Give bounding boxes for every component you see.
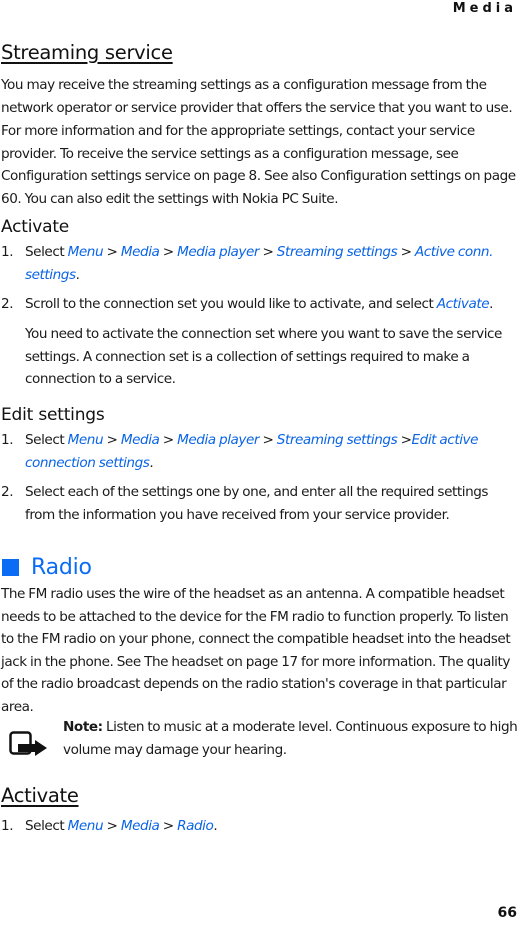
menu-path-link[interactable]: Media player: [177, 432, 259, 448]
radio-paragraph: The FM radio uses the wire of the headse…: [1, 586, 511, 715]
step-text: Select: [25, 818, 68, 834]
menu-path-link[interactable]: Streaming settings: [277, 432, 398, 448]
note-body: Listen to music at a moderate level. Con…: [63, 719, 518, 758]
menu-path-link[interactable]: Media: [121, 432, 160, 448]
subsection-title-edit-settings: Edit settings: [1, 405, 105, 425]
subsection-title-activate: Activate: [1, 217, 70, 237]
streaming-intro-paragraph: You may receive the streaming settings a…: [1, 77, 513, 116]
activate-link[interactable]: Activate: [437, 296, 490, 312]
page-number: 66: [497, 905, 517, 921]
note-label: Note:: [63, 719, 103, 735]
step-text: Scroll to the connection set you would l…: [25, 296, 437, 312]
section-title-radio-block: Radio: [1, 552, 92, 582]
menu-path-link[interactable]: Menu: [68, 432, 104, 448]
step-text: Select: [25, 432, 68, 448]
step-text: Select each of the settings one by one, …: [25, 484, 489, 523]
step-number: 1.: [1, 818, 14, 834]
menu-path-link[interactable]: Radio: [177, 818, 214, 834]
note-icon: [9, 731, 47, 756]
running-head: Media: [452, 1, 517, 16]
list-item: 2. Select each of the settings one by on…: [1, 481, 519, 526]
section-title-radio: Radio: [31, 554, 92, 580]
list-item: 2. Scroll to the connection set you woul…: [1, 293, 519, 316]
list-item: 1. Select Menu > Media > Radio.: [1, 815, 519, 838]
step-number: 2.: [1, 296, 14, 312]
step-end: .: [489, 296, 494, 312]
menu-path-link[interactable]: Media player: [177, 244, 259, 260]
step-end: .: [213, 818, 218, 834]
step-end: .: [149, 454, 154, 471]
menu-path-link[interactable]: Media: [121, 244, 160, 260]
step-number: 1.: [1, 432, 14, 448]
step-end: .: [75, 266, 80, 283]
section-square-icon: [2, 558, 19, 576]
step-number: 1.: [1, 244, 14, 260]
subsection-title-radio-activate: Activate: [1, 784, 79, 807]
list-item: 1. Select Menu > Media > Media player > …: [1, 241, 519, 286]
step-text: Select: [25, 244, 68, 260]
menu-path-link[interactable]: Streaming settings: [277, 244, 398, 260]
menu-path-link[interactable]: Menu: [68, 244, 104, 260]
list-item: 1. Select Menu > Media > Media player > …: [1, 429, 519, 474]
menu-path-link[interactable]: Menu: [68, 818, 104, 834]
menu-path-link[interactable]: Media: [121, 818, 160, 834]
step-number: 2.: [1, 484, 14, 500]
note-text: Note: Listen to music at a moderate leve…: [63, 716, 519, 761]
section-title-streaming: Streaming service: [1, 41, 173, 64]
step-note-paragraph: You need to activate the connection set …: [25, 326, 502, 387]
streaming-info-paragraph: For more information and for the appropr…: [1, 123, 516, 207]
